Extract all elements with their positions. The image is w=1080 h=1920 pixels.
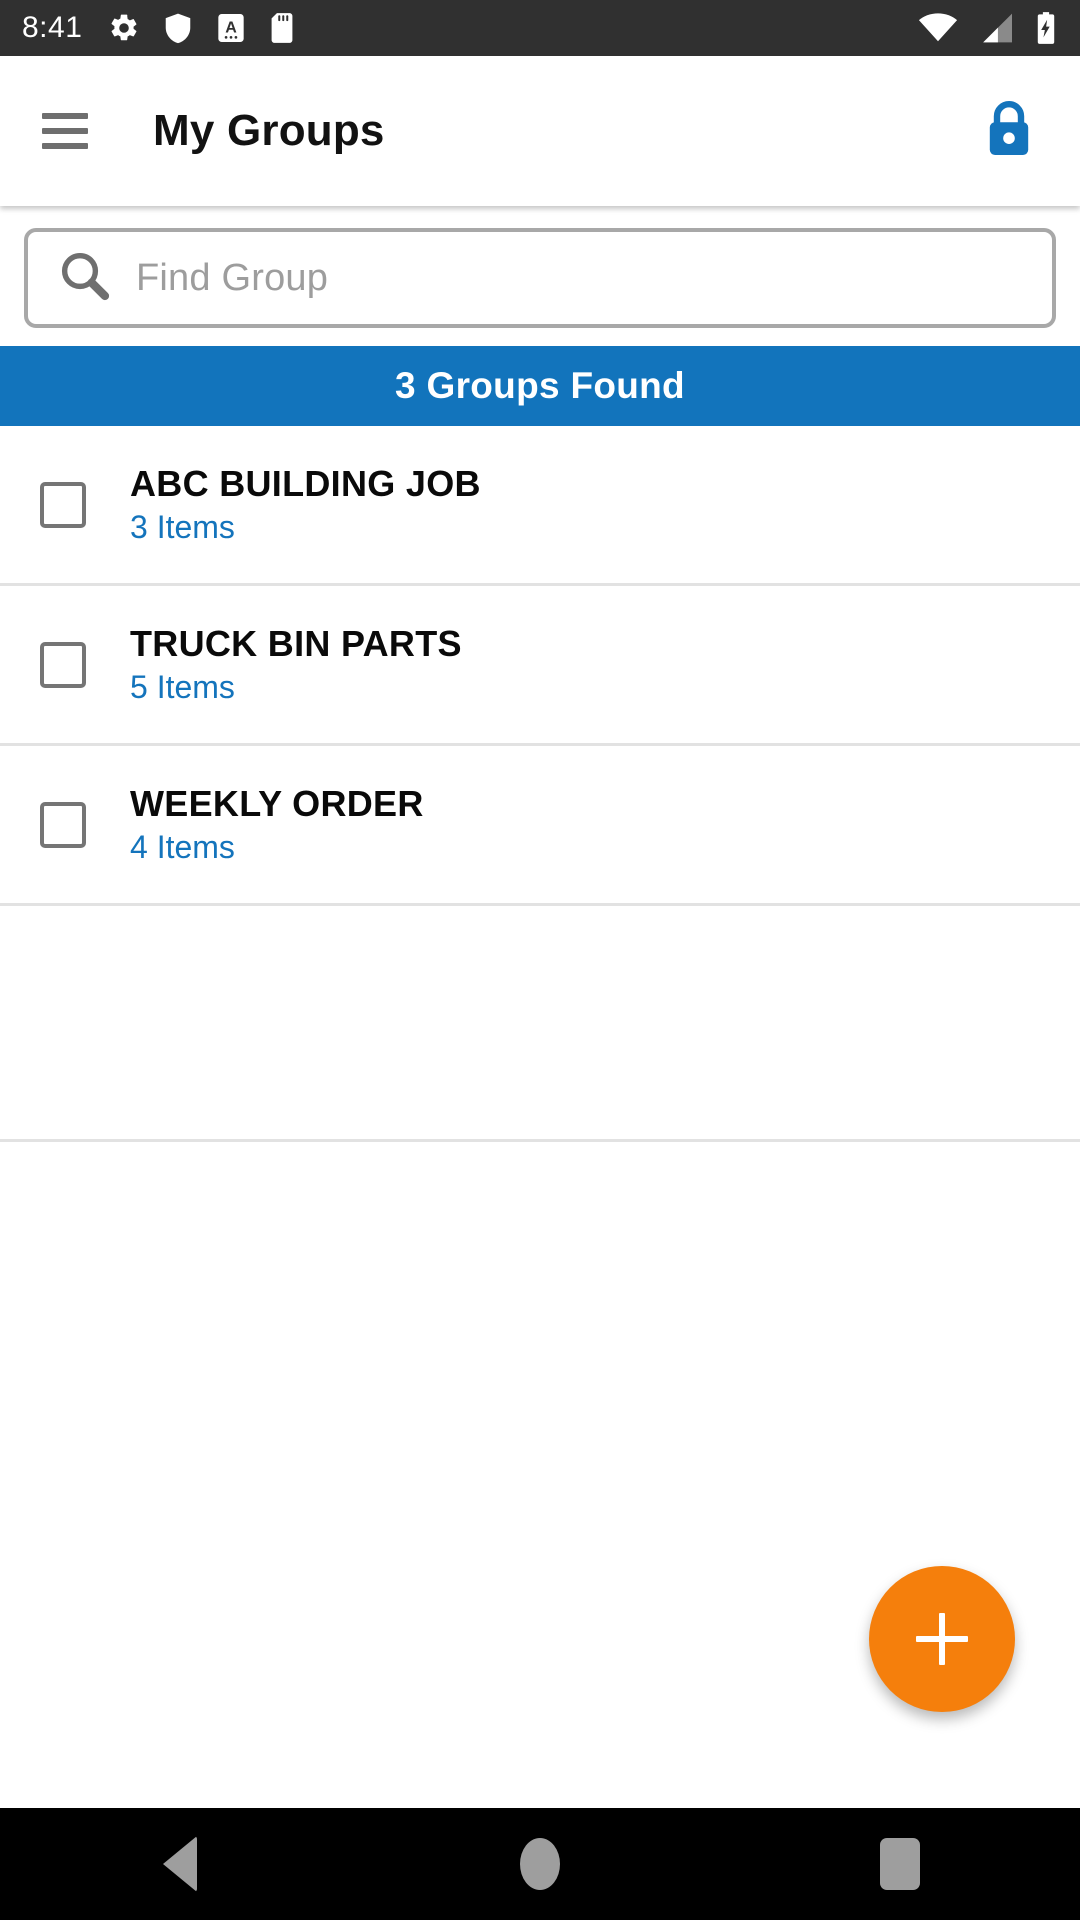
table-row[interactable]: WEEKLY ORDER 4 Items [0, 746, 1080, 906]
nav-recents-button[interactable] [720, 1838, 1080, 1890]
shield-icon [163, 12, 193, 44]
hamburger-bar [42, 113, 88, 119]
results-banner: 3 Groups Found [0, 346, 1080, 426]
gear-icon [108, 12, 140, 44]
search-icon [58, 249, 112, 308]
group-item-count: 4 Items [130, 828, 235, 865]
group-item-count: 5 Items [130, 668, 235, 705]
system-navigation-bar [0, 1808, 1080, 1920]
hamburger-bar [42, 143, 88, 149]
group-text: ABC BUILDING JOB 3 Items [130, 462, 481, 545]
app-bar: My Groups [0, 56, 1080, 206]
table-row[interactable]: ABC BUILDING JOB 3 Items [0, 426, 1080, 586]
group-checkbox[interactable] [40, 641, 86, 688]
battery-charging-icon [1034, 11, 1058, 45]
hamburger-bar [42, 128, 88, 134]
empty-list-row [0, 906, 1080, 1142]
lock-icon [981, 97, 1037, 166]
status-bar-left-icons: A [108, 12, 295, 44]
group-checkbox[interactable] [40, 481, 86, 528]
group-name: WEEKLY ORDER [130, 782, 424, 824]
status-bar: 8:41 A [0, 0, 1080, 56]
groups-list: ABC BUILDING JOB 3 Items TRUCK BIN PARTS… [0, 426, 1080, 1142]
status-bar-clock: 8:41 [22, 11, 83, 44]
hamburger-menu-icon[interactable] [42, 113, 88, 149]
group-name: TRUCK BIN PARTS [130, 622, 462, 664]
group-text: WEEKLY ORDER 4 Items [130, 782, 424, 865]
a-badge-icon: A [216, 12, 246, 44]
search-placeholder: Find Group [136, 256, 329, 299]
plus-icon [916, 1613, 968, 1665]
table-row[interactable]: TRUCK BIN PARTS 5 Items [0, 586, 1080, 746]
status-bar-right-icons [918, 11, 1058, 45]
lock-button[interactable] [972, 94, 1046, 168]
search-input[interactable]: Find Group [24, 228, 1056, 328]
nav-home-button[interactable] [360, 1838, 720, 1890]
home-circle-icon [520, 1838, 560, 1890]
cell-signal-icon [978, 12, 1014, 44]
page-title: My Groups [153, 106, 385, 155]
nav-back-button[interactable] [0, 1836, 360, 1892]
back-triangle-icon [163, 1836, 197, 1892]
add-group-button[interactable] [869, 1566, 1015, 1712]
group-text: TRUCK BIN PARTS 5 Items [130, 622, 462, 705]
group-checkbox[interactable] [40, 801, 86, 848]
wifi-icon [918, 12, 958, 44]
group-name: ABC BUILDING JOB [130, 462, 481, 504]
recents-square-icon [880, 1838, 920, 1890]
svg-text:A: A [226, 20, 238, 37]
sd-card-icon [269, 12, 295, 44]
search-area: Find Group [0, 206, 1080, 346]
group-item-count: 3 Items [130, 508, 235, 545]
